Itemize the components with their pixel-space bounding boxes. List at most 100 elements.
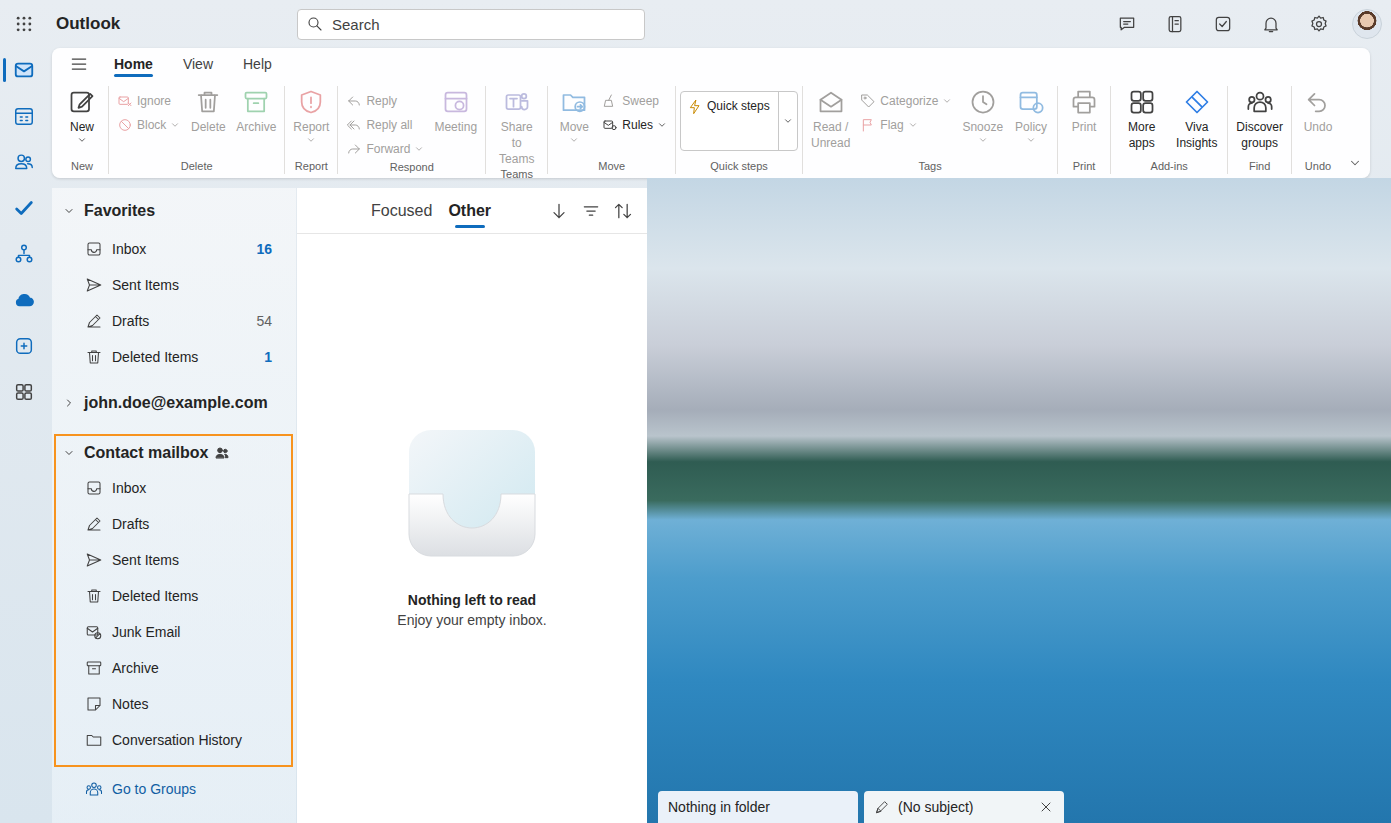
account-button[interactable] (1343, 0, 1391, 48)
ribbon-command[interactable]: Archive (232, 86, 280, 135)
ribbon-command[interactable]: Flag (856, 113, 956, 136)
ribbon-tab[interactable]: View (168, 48, 228, 80)
inbox-tab[interactable]: Other (440, 188, 499, 234)
folder-item[interactable]: Archive (56, 650, 291, 686)
ribbon-command[interactable]: Categorize (856, 89, 956, 112)
status-tab[interactable]: Nothing in folder (658, 791, 858, 823)
ribbon-command[interactable]: Policy (1009, 86, 1053, 145)
ribbon-tab[interactable]: Home (99, 48, 168, 80)
section-header[interactable]: Contact mailbox (56, 436, 291, 470)
app-launcher[interactable] (0, 0, 48, 48)
draft-tab[interactable]: (No subject) (864, 791, 1064, 823)
dropdown-indicator[interactable] (414, 144, 424, 154)
dropdown-indicator[interactable] (908, 120, 918, 130)
ribbon: HomeViewHelp NewNewIgnoreBlockDeleteArchi… (52, 48, 1370, 178)
rail-item[interactable] (0, 278, 48, 322)
ribbon-command[interactable]: Rules (598, 113, 671, 136)
ribbon-command[interactable]: Ignore (113, 89, 184, 112)
ribbon-command[interactable]: Snooze (958, 86, 1007, 145)
notifications-button[interactable] (1247, 0, 1295, 48)
folder-item[interactable]: Junk Email (56, 614, 291, 650)
close-button[interactable] (1038, 799, 1054, 815)
folder-item[interactable]: Sent Items (56, 542, 291, 578)
expand-toggle[interactable] (63, 397, 75, 409)
calendar-icon (13, 105, 35, 127)
folder-item[interactable]: Conversation History (56, 722, 291, 758)
ribbon-command[interactable]: Delete (186, 86, 230, 135)
go-to-groups-link[interactable]: Go to Groups (52, 771, 296, 807)
rail-item[interactable] (0, 370, 48, 414)
readunread-icon (817, 88, 845, 116)
folder-item[interactable]: Inbox (56, 470, 291, 506)
sweep-icon (602, 93, 618, 109)
ribbon-command[interactable]: Move (552, 86, 596, 145)
ribbon-command[interactable]: Reply all (342, 113, 428, 136)
ribbon-command[interactable]: Block (113, 113, 184, 136)
ribbon-group: NewNew (56, 86, 109, 174)
dropdown-indicator[interactable] (170, 120, 180, 130)
magnifier-icon (306, 15, 324, 33)
section-header[interactable]: john.doe@example.com (52, 383, 296, 423)
sort-button[interactable] (613, 201, 633, 221)
dropdown-indicator[interactable] (306, 135, 316, 145)
folder-item[interactable]: Notes (56, 686, 291, 722)
dropdown-indicator[interactable] (569, 135, 579, 145)
app-title[interactable]: Outlook (56, 14, 120, 34)
ribbon-command[interactable]: Share to Teams (490, 86, 543, 167)
ribbon-group: MoveSweepRulesMove (548, 86, 676, 174)
inbox-tab[interactable]: Focused (363, 188, 440, 234)
section-header[interactable]: Favorites (52, 191, 296, 231)
dropdown-indicator[interactable] (978, 135, 988, 145)
dropdown-indicator[interactable] (1026, 135, 1036, 145)
ribbon-command[interactable]: Discover groups (1232, 86, 1287, 151)
policy-icon (1017, 88, 1045, 116)
rail-item[interactable] (0, 140, 48, 184)
folder-item[interactable]: Inbox16 (52, 231, 296, 267)
ribbon-command[interactable]: Reply (342, 89, 428, 112)
folder-item[interactable]: Drafts (56, 506, 291, 542)
folder-item[interactable]: Deleted Items (56, 578, 291, 614)
ribbon-command[interactable]: Sweep (598, 89, 671, 112)
dropdown-indicator[interactable] (77, 135, 87, 145)
folder-item[interactable]: Sent Items (52, 267, 296, 303)
ribbon-command[interactable]: Forward (342, 137, 428, 160)
ribbon-command[interactable]: Print (1062, 86, 1106, 135)
ribbon-command[interactable]: Read / Unread (807, 86, 854, 151)
onenote-button[interactable] (1151, 0, 1199, 48)
settings-button[interactable] (1295, 0, 1343, 48)
ribbon-command[interactable]: Viva Insights (1170, 86, 1223, 151)
sent-icon (85, 276, 103, 294)
jump-button[interactable] (549, 201, 569, 221)
expand-toggle[interactable] (63, 447, 75, 459)
ribbon-command[interactable]: Report (289, 86, 333, 145)
rail-item[interactable] (0, 324, 48, 368)
ribbon-command[interactable]: Meeting (430, 86, 481, 135)
quick-icon (687, 99, 703, 115)
ribbon-tab[interactable]: Help (228, 48, 287, 80)
chevron-down-icon (63, 205, 75, 217)
dropdown-indicator[interactable] (657, 120, 667, 130)
ribbon-command[interactable]: More apps (1115, 86, 1168, 151)
rail-item[interactable] (0, 186, 48, 230)
folder-item[interactable]: Deleted Items1 (52, 339, 296, 375)
rail-item[interactable] (0, 48, 48, 92)
filter-button[interactable] (581, 201, 601, 221)
dropdown-indicator[interactable] (783, 116, 793, 126)
rail-item[interactable] (0, 232, 48, 276)
search-input[interactable] (330, 15, 636, 34)
chevron-down-icon (1026, 135, 1036, 145)
ribbon-group: ReportReport (285, 86, 338, 174)
ribbon-command[interactable]: Quick steps (680, 86, 798, 151)
ribbon-command[interactable]: New (60, 86, 104, 145)
expand-toggle[interactable] (63, 205, 75, 217)
search-box[interactable] (297, 9, 645, 40)
todo-button[interactable] (1199, 0, 1247, 48)
dropdown-indicator[interactable] (942, 96, 952, 106)
nav-toggle[interactable] (59, 48, 99, 80)
folder-item[interactable]: Drafts54 (52, 303, 296, 339)
teams-chat-button[interactable] (1103, 0, 1151, 48)
todo-icon (13, 197, 35, 219)
ribbon-command[interactable]: Undo (1296, 86, 1340, 135)
collapse-ribbon-button[interactable] (1344, 156, 1366, 178)
rail-item[interactable] (0, 94, 48, 138)
